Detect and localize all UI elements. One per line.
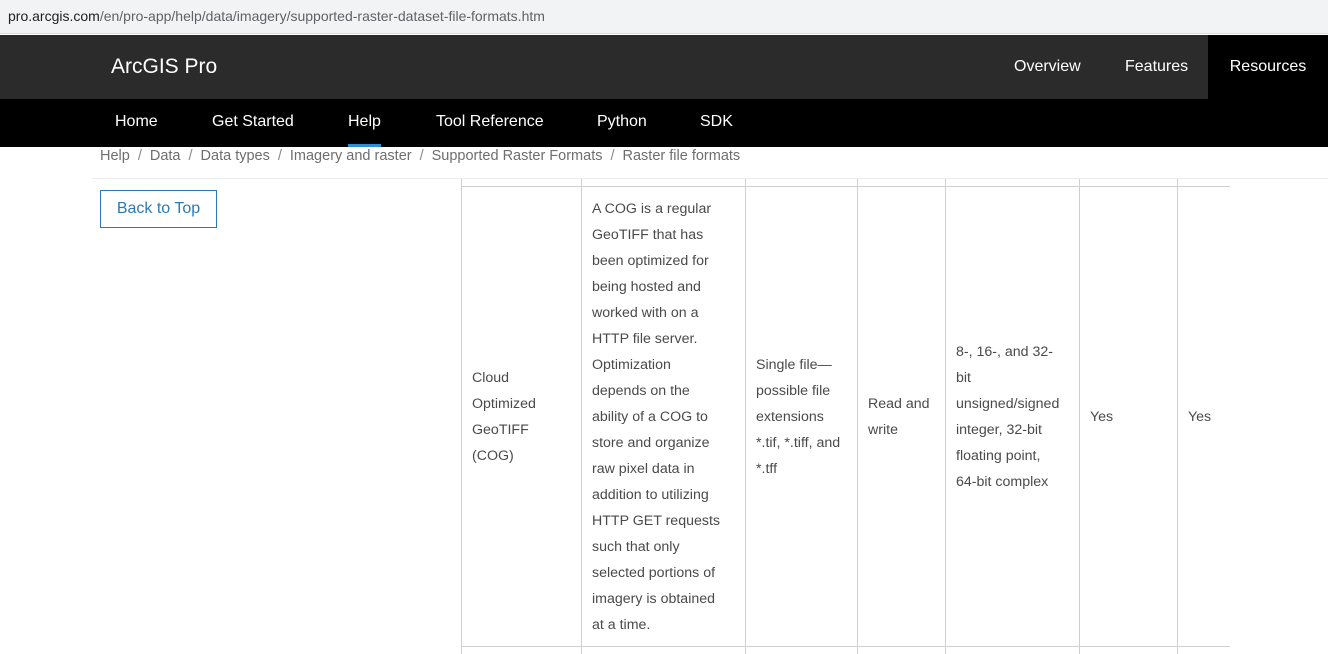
- description-line: Optimization: [592, 357, 671, 373]
- breadcrumb-data-types[interactable]: Data types: [201, 148, 270, 164]
- description-line: GeoTIFF that has: [592, 227, 704, 243]
- subnav-sdk[interactable]: SDK: [700, 99, 733, 147]
- cell-yes-2: Yes: [1188, 409, 1212, 425]
- breadcrumb-separator: /: [419, 148, 424, 164]
- table-column-divider: [581, 179, 582, 654]
- description-line: addition to utilizing: [592, 487, 709, 503]
- back-to-top-button[interactable]: Back to Top: [100, 190, 217, 228]
- cell-format-name: Cloud Optimized GeoTIFF (COG): [472, 365, 577, 469]
- site-header: ArcGIS Pro Overview Features Resources: [0, 35, 1328, 99]
- extensions-line: extensions: [756, 409, 824, 425]
- breadcrumb-separator: /: [188, 148, 193, 164]
- breadcrumb-separator: /: [610, 148, 615, 164]
- data-types-line: 64-bit complex: [956, 474, 1049, 490]
- data-types-line: bit: [956, 370, 971, 386]
- description-line: such that only: [592, 539, 680, 555]
- subnav-tool-reference[interactable]: Tool Reference: [436, 99, 544, 147]
- cell-yes-1: Yes: [1090, 409, 1114, 425]
- description-line: being hosted and: [592, 279, 701, 295]
- description-line: selected portions of: [592, 565, 716, 581]
- breadcrumb-raster-file-formats[interactable]: Raster file formats: [623, 148, 741, 164]
- data-types-line: integer, 32-bit: [956, 422, 1042, 438]
- table-column-divider: [945, 179, 946, 654]
- description-line: been optimized for: [592, 253, 709, 269]
- subnav-get-started[interactable]: Get Started: [212, 99, 294, 147]
- description-line: ability of a COG to: [592, 409, 708, 425]
- url-path: /en/pro-app/help/data/imagery/supported-…: [99, 8, 545, 24]
- cell-description: A COG is a regular GeoTIFF that has been…: [592, 196, 742, 638]
- data-types-line: unsigned/signed: [956, 396, 1060, 412]
- breadcrumb-divider: [92, 178, 1328, 179]
- nav-features[interactable]: Features: [1125, 35, 1188, 99]
- extensions-line: *.tff: [756, 461, 778, 477]
- subnav-help[interactable]: Help: [348, 99, 381, 147]
- description-line: HTTP file server.: [592, 331, 698, 347]
- description-line: at a time.: [592, 617, 651, 633]
- breadcrumb-separator: /: [137, 148, 142, 164]
- browser-address-bar[interactable]: pro.arcgis.com/en/pro-app/help/data/imag…: [0, 0, 1328, 34]
- extensions-line: Single file—: [756, 357, 832, 373]
- access-line: write: [868, 422, 898, 438]
- access-line: Read and: [868, 396, 930, 412]
- data-types-line: 8-, 16-, and 32-: [956, 344, 1054, 360]
- table-column-divider: [461, 179, 462, 654]
- description-line: worked with on a: [592, 305, 699, 321]
- breadcrumb-supported-raster-formats[interactable]: Supported Raster Formats: [432, 148, 603, 164]
- subnav-python[interactable]: Python: [597, 99, 647, 147]
- format-line: (COG): [472, 448, 514, 464]
- breadcrumb-data[interactable]: Data: [150, 148, 181, 164]
- format-line: Optimized: [472, 396, 536, 412]
- url-text[interactable]: pro.arcgis.com/en/pro-app/help/data/imag…: [8, 8, 545, 24]
- table-row-border-bottom: [461, 646, 1230, 647]
- breadcrumb-separator: /: [277, 148, 282, 164]
- format-line: Cloud: [472, 370, 510, 386]
- url-host: pro.arcgis.com: [8, 8, 100, 24]
- nav-overview[interactable]: Overview: [1014, 35, 1081, 99]
- description-line: store and organize: [592, 435, 710, 451]
- format-line: GeoTIFF: [472, 422, 529, 438]
- nav-resources[interactable]: Resources: [1208, 35, 1328, 99]
- table-column-divider: [857, 179, 858, 654]
- description-line: raw pixel data in: [592, 461, 695, 477]
- table-row-border-top: [461, 186, 1230, 187]
- extensions-line: *.tif, *.tiff, and: [756, 435, 841, 451]
- subnav-home[interactable]: Home: [115, 99, 158, 147]
- sub-navigation: Home Get Started Help Tool Reference Pyt…: [0, 99, 1328, 147]
- description-line: A COG is a regular: [592, 201, 712, 217]
- table-column-divider: [1079, 179, 1080, 654]
- cell-extensions: Single file— possible file extensions *.…: [756, 352, 854, 482]
- breadcrumb-help[interactable]: Help: [100, 148, 130, 164]
- breadcrumb-imagery-raster[interactable]: Imagery and raster: [290, 148, 412, 164]
- cell-access: Read and write: [868, 391, 943, 443]
- description-line: imagery is obtained: [592, 591, 716, 607]
- extensions-line: possible file: [756, 383, 831, 399]
- description-line: HTTP GET requests: [592, 513, 720, 529]
- description-line: depends on the: [592, 383, 690, 399]
- table-column-divider: [1177, 179, 1178, 654]
- breadcrumb: Help / Data / Data types / Imagery and raster /…: [100, 148, 740, 168]
- table-column-divider: [745, 179, 746, 654]
- cell-data-types: 8-, 16-, and 32- bit unsigned/signed int…: [956, 339, 1076, 495]
- data-types-line: floating point,: [956, 448, 1041, 464]
- site-title[interactable]: ArcGIS Pro: [111, 55, 217, 79]
